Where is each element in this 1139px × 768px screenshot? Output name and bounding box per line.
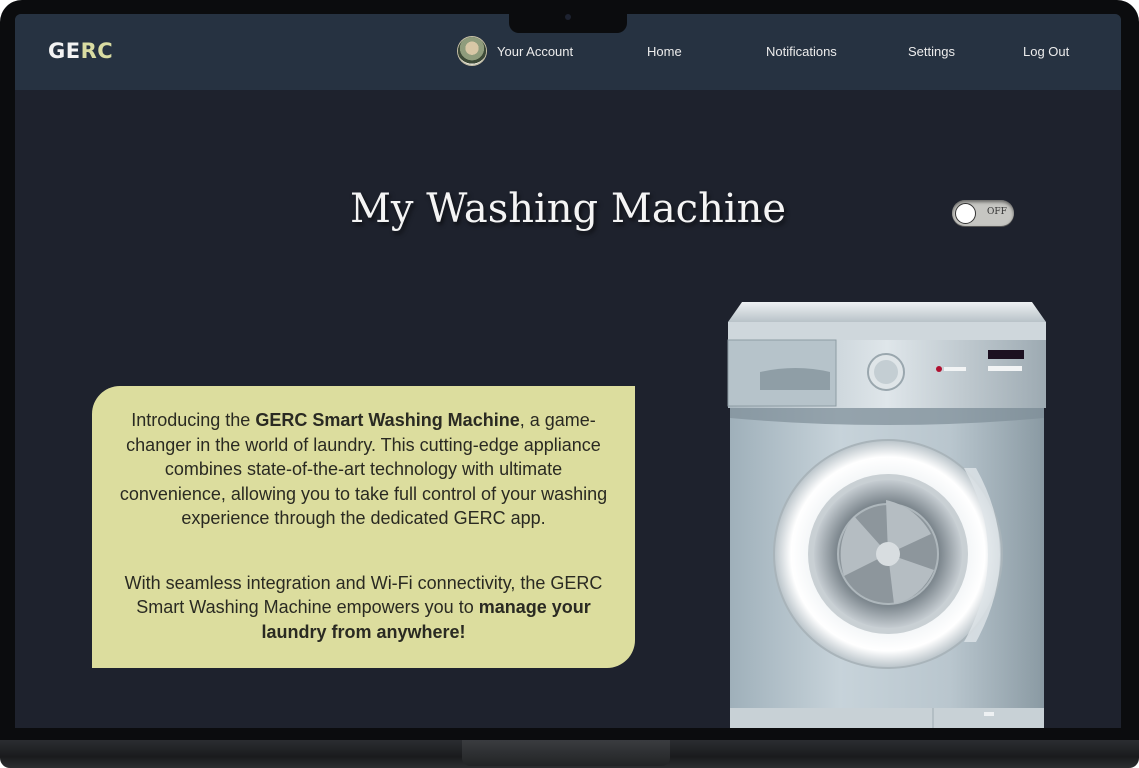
toggle-label: OFF [987,207,1007,217]
app-screen: GERC Your Account Home Notifications Set… [15,14,1121,728]
toggle-knob [955,203,976,224]
nav-notifications[interactable]: Notifications [766,44,837,59]
washing-machine-image [727,302,1046,728]
nav-your-account[interactable]: Your Account [497,44,573,59]
card-p1-text-a: Introducing the [131,410,256,430]
nav-settings[interactable]: Settings [908,44,955,59]
power-toggle[interactable]: OFF [952,200,1014,226]
avatar[interactable] [458,37,486,65]
laptop-base-notch [462,740,670,766]
logo[interactable]: GERC [48,39,113,63]
logo-part-ge: GE [48,39,81,63]
logo-part-rc: RC [80,39,114,63]
card-paragraph-1: Introducing the GERC Smart Washing Machi… [110,408,617,531]
info-card: Introducing the GERC Smart Washing Machi… [92,386,635,668]
nav-log-out[interactable]: Log Out [1023,44,1069,59]
camera-icon [565,14,571,20]
card-p1-product-name: GERC Smart Washing Machine [255,410,520,430]
card-paragraph-2: With seamless integration and Wi-Fi conn… [110,571,617,645]
nav-home[interactable]: Home [647,44,682,59]
